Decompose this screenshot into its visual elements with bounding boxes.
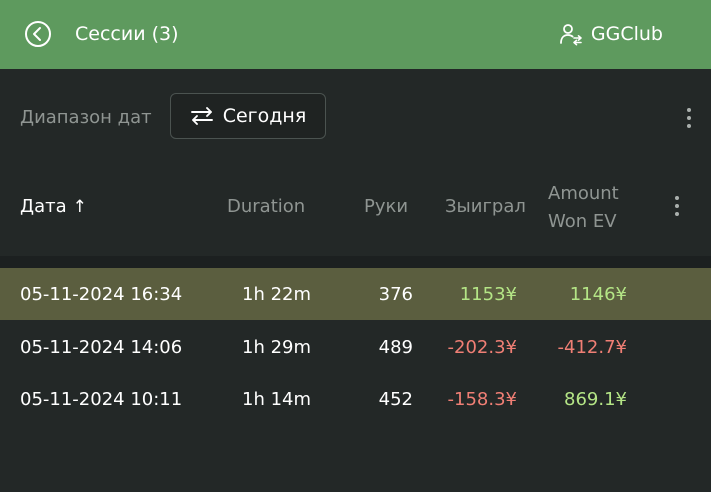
club-switch-button[interactable]: GGClub: [559, 18, 663, 50]
row-won-ev: 1146¥: [569, 284, 627, 305]
row-hands: 376: [378, 284, 413, 305]
column-header-date-label: Дата: [20, 196, 67, 217]
app-header: Сессии (3) GGClub: [0, 0, 711, 69]
row-hands: 452: [378, 389, 413, 410]
table-divider: [0, 256, 711, 268]
row-date: 05-11-2024 16:34: [20, 284, 183, 305]
table-row[interactable]: 05-11-2024 14:06 1h 29m 489 -202.3¥ -412…: [0, 321, 711, 373]
column-header-hands[interactable]: Руки: [364, 196, 408, 217]
date-range-value: Сегодня: [222, 105, 307, 127]
page-title: Сессии (3): [75, 23, 179, 45]
club-name: GGClub: [590, 23, 663, 45]
row-date: 05-11-2024 14:06: [20, 337, 183, 358]
table-row[interactable]: 05-11-2024 10:11 1h 14m 452 -158.3¥ 869.…: [0, 373, 711, 425]
row-duration: 1h 29m: [242, 337, 312, 358]
sort-ascending-icon: ↑: [72, 196, 87, 217]
row-duration: 1h 22m: [242, 284, 312, 305]
back-button[interactable]: [23, 19, 53, 49]
column-options-icon[interactable]: [667, 193, 687, 219]
more-options-icon[interactable]: [679, 105, 699, 131]
date-range-button[interactable]: Сегодня: [170, 93, 326, 139]
row-won: 1153¥: [459, 284, 517, 305]
column-header-won-ev[interactable]: Amount Won EV: [548, 180, 638, 236]
row-hands: 489: [378, 337, 413, 358]
column-header-won[interactable]: Зыиграл: [445, 196, 526, 217]
row-date: 05-11-2024 10:11: [20, 389, 183, 410]
date-range-label: Диапазон дат: [20, 107, 152, 128]
row-won: -202.3¥: [447, 337, 517, 358]
column-header-date[interactable]: Дата ↑: [20, 196, 87, 217]
row-won-ev: -412.7¥: [557, 337, 627, 358]
row-won: -158.3¥: [447, 389, 517, 410]
table-row[interactable]: 05-11-2024 16:34 1h 22m 376 1153¥ 1146¥: [0, 268, 711, 320]
row-duration: 1h 14m: [242, 389, 312, 410]
row-won-ev: 869.1¥: [564, 389, 627, 410]
column-header-duration[interactable]: Duration: [227, 196, 305, 217]
back-circle-icon: [25, 21, 51, 47]
swap-arrows-icon: [190, 107, 213, 125]
user-switch-icon: [559, 24, 582, 46]
